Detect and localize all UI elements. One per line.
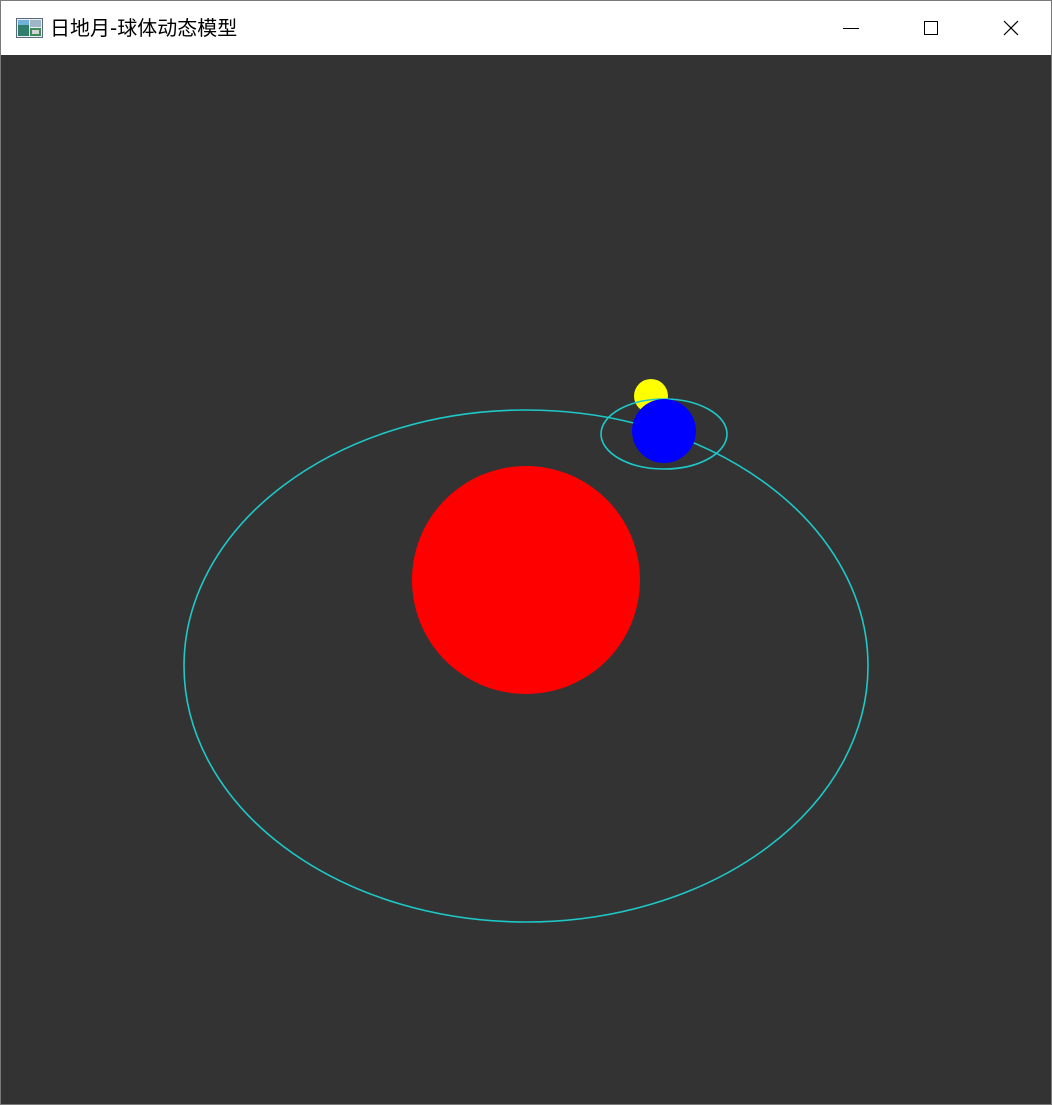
close-button[interactable] — [971, 1, 1051, 55]
close-icon — [1003, 20, 1019, 36]
solar-system-scene — [183, 379, 869, 923]
app-window: 日地月-球体动态模型 — [0, 0, 1052, 1105]
title-bar[interactable]: 日地月-球体动态模型 — [1, 1, 1051, 55]
window-title: 日地月-球体动态模型 — [50, 16, 238, 40]
sun-sphere — [412, 466, 640, 694]
earth-sphere — [632, 399, 696, 463]
minimize-icon — [843, 28, 859, 29]
app-window-icon — [16, 18, 43, 38]
minimize-button[interactable] — [811, 1, 891, 55]
render-canvas[interactable] — [1, 55, 1051, 1104]
maximize-button[interactable] — [891, 1, 971, 55]
maximize-icon — [924, 21, 938, 35]
